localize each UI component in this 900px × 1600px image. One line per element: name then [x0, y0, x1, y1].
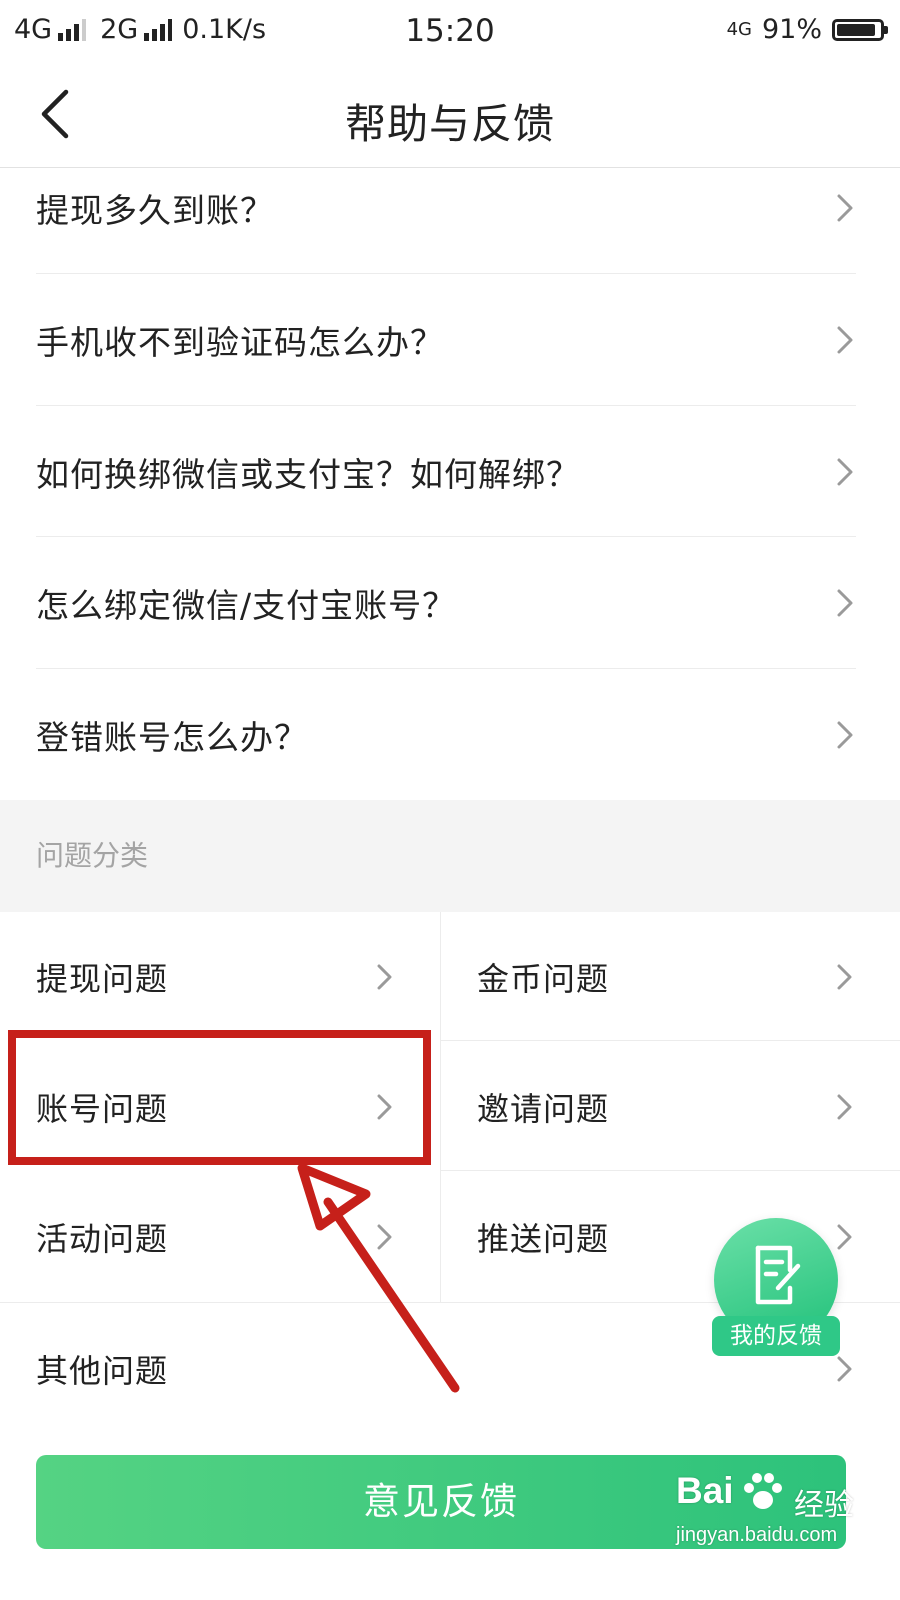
section-title: 问题分类 [36, 839, 149, 872]
watermark-url: jingyan.baidu.com [676, 1524, 838, 1546]
battery-icon [832, 18, 888, 41]
chevron-right-icon [837, 589, 853, 617]
grid-divider [441, 1170, 900, 1171]
faq-label: 登错账号怎么办？ [36, 718, 308, 757]
category-section-header: 问题分类 [0, 800, 900, 912]
category-label: 活动问题 [36, 1220, 169, 1258]
faq-label: 如何换绑微信或支付宝？如何解绑？ [36, 455, 580, 494]
faq-label: 怎么绑定微信/支付宝账号？ [36, 586, 457, 625]
category-label: 提现问题 [36, 960, 169, 998]
chevron-right-icon [837, 458, 853, 486]
grid-divider [441, 1040, 900, 1041]
network-type-right: 4G [726, 19, 752, 40]
category-coins[interactable]: 金币问题 [441, 912, 900, 1042]
faq-item-bind-account[interactable]: 怎么绑定微信/支付宝账号？ [0, 537, 900, 669]
fab-label: 我的反馈 [712, 1316, 840, 1356]
chevron-right-icon [837, 721, 853, 749]
chevron-right-icon [837, 1094, 852, 1120]
battery-percent: 91% [761, 14, 822, 45]
annotation-arrow-icon [297, 1163, 460, 1393]
faq-label: 手机收不到验证码怎么办？ [36, 323, 444, 362]
category-label: 推送问题 [477, 1220, 610, 1258]
baidu-watermark: Bai 经验 jingyan.baidu.com [676, 1470, 896, 1580]
category-label: 金币问题 [477, 960, 610, 998]
chevron-right-icon [837, 964, 852, 990]
faq-item-rebind-account[interactable]: 如何换绑微信或支付宝？如何解绑？ [0, 406, 900, 538]
edit-note-icon [755, 1245, 801, 1305]
category-label: 邀请问题 [477, 1090, 610, 1128]
page-title: 帮助与反馈 [345, 100, 555, 148]
chevron-right-icon [837, 194, 853, 222]
status-right: 4G 91% [726, 14, 888, 45]
category-label: 其他问题 [36, 1352, 169, 1390]
category-invite[interactable]: 邀请问题 [441, 1042, 900, 1172]
my-feedback-fab[interactable]: 我的反馈 [712, 1218, 840, 1363]
watermark-brand-cn: 经验 [794, 1488, 854, 1523]
highlight-box [8, 1030, 431, 1165]
faq-label: 提现多久到账？ [36, 191, 274, 230]
chevron-right-icon [377, 964, 392, 990]
faq-item-withdraw-time[interactable]: 提现多久到账？ [0, 142, 900, 274]
status-bar: 4G 2G 0.1K/s 15:20 4G 91% [0, 0, 900, 62]
faq-item-wrong-login[interactable]: 登错账号怎么办？ [0, 669, 900, 801]
faq-item-verification-code[interactable]: 手机收不到验证码怎么办？ [0, 274, 900, 406]
chevron-right-icon [837, 326, 853, 354]
category-withdraw[interactable]: 提现问题 [0, 912, 440, 1042]
watermark-brand: Bai [676, 1470, 734, 1511]
paw-icon [744, 1473, 782, 1509]
